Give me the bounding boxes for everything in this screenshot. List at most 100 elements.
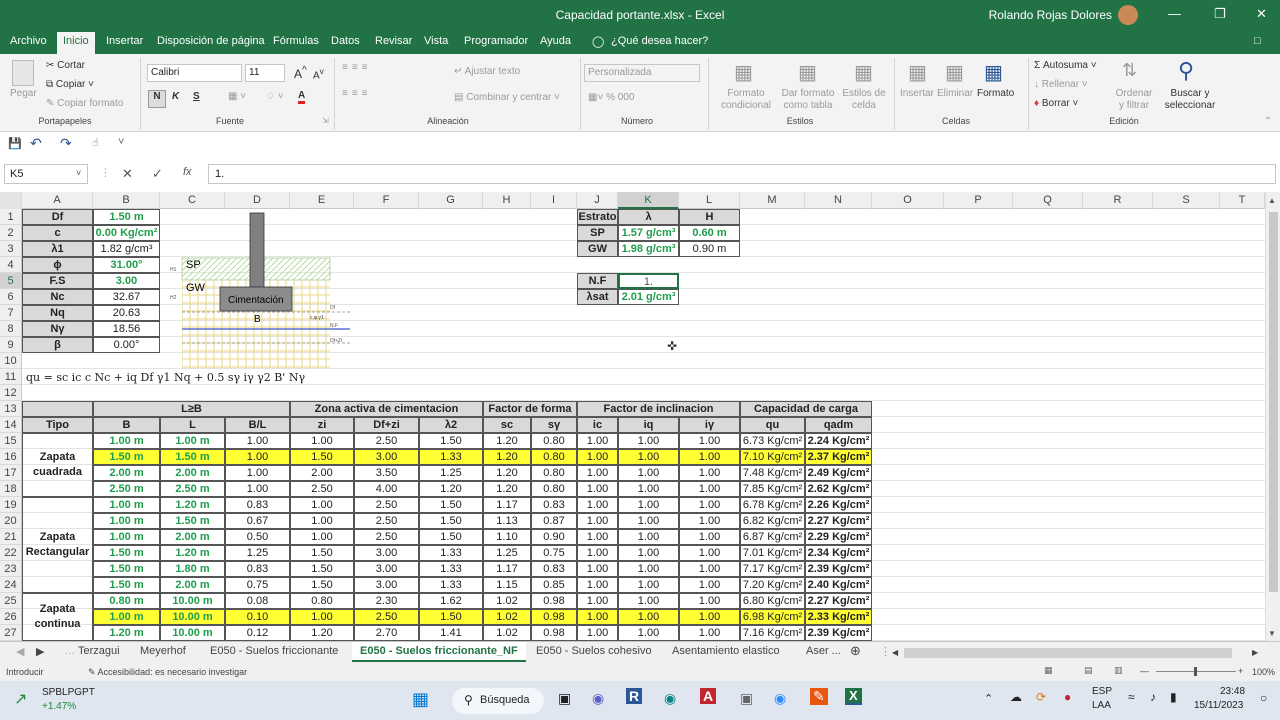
table-cell[interactable]: 1.25 — [483, 545, 531, 561]
row-header-18[interactable]: 18 — [0, 481, 22, 497]
nf-input-cell[interactable]: 1. — [618, 273, 679, 289]
sheet-tab-e050-friccionante[interactable]: E050 - Suelos friccionante — [210, 645, 338, 657]
row-header-9[interactable]: 9 — [0, 337, 22, 353]
table-cell[interactable]: 1.00 — [679, 545, 740, 561]
col-header-j[interactable]: J — [577, 192, 618, 209]
insert-cells-button[interactable]: Insertar — [900, 88, 934, 99]
close-icon[interactable]: ✕ — [1256, 6, 1267, 22]
table-cell[interactable]: 3.00 — [354, 545, 419, 561]
vertical-scrollbar[interactable]: ▲ ▼ — [1265, 192, 1280, 641]
sheet-tab-more[interactable]: Aser ... — [806, 645, 841, 657]
table-cell[interactable]: 2.49 Kg/cm² — [805, 465, 872, 481]
table-cell[interactable]: 2.33 Kg/cm² — [805, 609, 872, 625]
cloud-icon[interactable]: ☁ — [1010, 690, 1022, 704]
table-cell[interactable]: 1.00 — [618, 465, 679, 481]
insert-function-icon[interactable]: fx — [183, 166, 192, 178]
table-cell[interactable]: 6.80 Kg/cm² — [740, 593, 805, 609]
table-cell[interactable]: 2.39 Kg/cm² — [805, 561, 872, 577]
touch-mode-icon[interactable]: ☝ — [92, 136, 99, 149]
paste-icon[interactable] — [12, 60, 34, 86]
col-header-e[interactable]: E — [290, 192, 354, 209]
table-cell[interactable]: 1.17 — [483, 561, 531, 577]
autosum-button[interactable]: Σ Autosuma ˅ — [1034, 60, 1097, 71]
more-sheets-icon[interactable]: … — [64, 645, 75, 657]
table-cell[interactable]: 0.75 — [225, 577, 290, 593]
prev-sheet-icon[interactable]: ◀ — [16, 645, 24, 658]
table-cell[interactable]: 1.50 m — [93, 561, 160, 577]
underline-button[interactable]: S — [193, 91, 200, 102]
zoom-out-icon[interactable]: — — [1140, 666, 1149, 676]
row-header-22[interactable]: 22 — [0, 545, 22, 561]
table-cell[interactable]: 0.87 — [531, 513, 577, 529]
row-header-23[interactable]: 23 — [0, 561, 22, 577]
table-cell[interactable]: 1.00 — [618, 609, 679, 625]
table-cell[interactable]: 1.33 — [419, 577, 483, 593]
table-cell[interactable]: 10.00 m — [160, 593, 225, 609]
formula-input[interactable]: 1. — [208, 164, 1276, 184]
table-cell[interactable]: 2.00 m — [160, 577, 225, 593]
table-cell[interactable]: 1.00 — [290, 529, 354, 545]
table-cell[interactable]: 0.80 m — [93, 593, 160, 609]
add-sheet-icon[interactable]: ⊕ — [850, 643, 861, 659]
next-sheet-icon[interactable]: ▶ — [36, 645, 44, 658]
param-value[interactable]: 1.50 m — [93, 209, 160, 225]
table-cell[interactable]: 1.20 — [419, 481, 483, 497]
table-cell[interactable]: 1.00 — [618, 433, 679, 449]
table-cell[interactable]: 1.15 — [483, 577, 531, 593]
cut-button[interactable]: ✂ Cortar — [46, 60, 85, 71]
col-header-r[interactable]: R — [1083, 192, 1153, 209]
table-cell[interactable]: 0.80 — [531, 433, 577, 449]
task-view-icon[interactable]: ▣ — [558, 690, 571, 707]
table-cell[interactable]: 1.50 — [419, 609, 483, 625]
language-layout[interactable]: LAA — [1092, 700, 1111, 711]
table-cell[interactable]: 2.50 m — [93, 481, 160, 497]
table-cell[interactable]: 1.00 — [679, 433, 740, 449]
col-header-l[interactable]: L — [679, 192, 740, 209]
zoom-in-icon[interactable]: + — [1238, 666, 1243, 676]
paste-button[interactable]: Pegar — [10, 88, 37, 99]
font-color-icon[interactable]: A — [298, 90, 306, 104]
col-header-p[interactable]: P — [944, 192, 1013, 209]
select-all-corner[interactable] — [0, 192, 22, 209]
avatar[interactable] — [1118, 5, 1138, 25]
page-break-icon[interactable]: ▥ — [1114, 665, 1123, 676]
table-cell[interactable]: 1.20 m — [93, 625, 160, 641]
table-cell[interactable]: 7.10 Kg/cm² — [740, 449, 805, 465]
table-cell[interactable]: 1.00 — [679, 577, 740, 593]
table-cell[interactable]: 1.00 — [577, 433, 618, 449]
table-cell[interactable]: 7.16 Kg/cm² — [740, 625, 805, 641]
table-cell[interactable]: 0.98 — [531, 625, 577, 641]
table-cell[interactable]: 0.50 — [225, 529, 290, 545]
table-cell[interactable]: 1.00 — [679, 465, 740, 481]
table-cell[interactable]: 1.20 m — [160, 545, 225, 561]
row-header-1[interactable]: 1 — [0, 209, 22, 225]
table-cell[interactable]: 1.00 — [225, 465, 290, 481]
tab-revisar[interactable]: Revisar — [375, 35, 412, 47]
table-cell[interactable]: 1.10 — [483, 529, 531, 545]
table-cell[interactable]: 1.00 — [577, 529, 618, 545]
row-header-20[interactable]: 20 — [0, 513, 22, 529]
table-cell[interactable]: 2.50 — [354, 529, 419, 545]
table-cell[interactable]: 2.50 — [354, 513, 419, 529]
tab-datos[interactable]: Datos — [331, 35, 360, 47]
table-cell[interactable]: 7.48 Kg/cm² — [740, 465, 805, 481]
table-cell[interactable]: 1.33 — [419, 545, 483, 561]
table-cell[interactable]: 0.80 — [531, 481, 577, 497]
conditional-format-button[interactable]: Formato condicional — [712, 88, 780, 112]
find-select-button[interactable]: Buscar y seleccionar — [1158, 88, 1222, 112]
windows-start-icon[interactable]: ▦ — [412, 689, 429, 710]
table-cell[interactable]: 1.00 — [577, 577, 618, 593]
table-cell[interactable]: 1.50 — [290, 561, 354, 577]
col-header-i[interactable]: I — [531, 192, 577, 209]
param-value[interactable]: 20.63 — [93, 305, 160, 321]
font-size-select[interactable]: 11 — [245, 64, 285, 82]
sheet-tab-terzagui[interactable]: Terzagui — [78, 645, 120, 657]
table-cell[interactable]: 0.83 — [531, 561, 577, 577]
col-header-c[interactable]: C — [160, 192, 225, 209]
tab-programador[interactable]: Programador — [464, 35, 528, 47]
horizontal-scrollbar[interactable] — [904, 648, 1232, 658]
update-icon[interactable]: ⟳ — [1036, 690, 1046, 704]
table-cell[interactable]: 0.98 — [531, 609, 577, 625]
table-cell[interactable]: 3.50 — [354, 465, 419, 481]
table-cell[interactable]: 1.00 — [577, 545, 618, 561]
